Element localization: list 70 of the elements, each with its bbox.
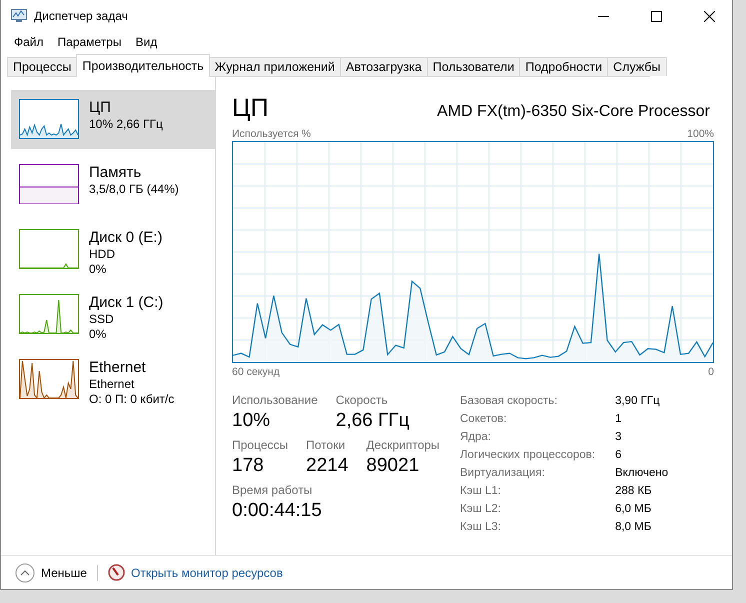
tab[interactable]: Подробности [519, 57, 608, 76]
app-icon [11, 9, 27, 23]
sidebar-item[interactable]: Память 3,5/8,0 ГБ (44%) [11, 155, 215, 214]
stat-label: Дескрипторы [366, 438, 440, 453]
spec-label: Кэш L1: [460, 484, 502, 499]
device-info: SSD [89, 312, 115, 327]
tab[interactable]: Пользователи [426, 57, 520, 76]
spec-label: Логических процессоров: [460, 448, 596, 463]
stat-value: 89021 [366, 454, 420, 478]
menu-item[interactable]: Вид [128, 35, 164, 49]
axis-label: 60 секунд [232, 366, 280, 379]
tab[interactable]: Процессы [7, 57, 78, 76]
processor-name: AMD FX(tm)-6350 Six-Core Processor [437, 103, 710, 121]
tab[interactable]: Производительность [76, 54, 210, 77]
stat-value: 178 [232, 454, 265, 478]
stat-label: Время работы [232, 483, 314, 498]
device-info: 10% 2,66 ГГц [89, 117, 163, 132]
stat-value: 2,66 ГГц [336, 409, 410, 433]
sidebar-item[interactable]: ЦП 10% 2,66 ГГц [11, 90, 215, 149]
device-name: ЦП [89, 99, 112, 117]
tab[interactable]: Журнал приложений [208, 57, 341, 76]
stat-label: Использование [232, 393, 318, 408]
sidebar-item[interactable]: Диск 1 (C:) SSD 0% [11, 285, 215, 344]
stat-value: 2214 [306, 454, 348, 478]
gauge-icon [108, 564, 125, 581]
spec-value: Включено [615, 466, 668, 481]
resource-monitor-link[interactable]: Открыть монитор ресурсов [130, 566, 283, 580]
spec-label: Кэш L2: [460, 502, 502, 517]
axis-label: 100% [687, 128, 714, 141]
device-info: HDD [89, 247, 116, 262]
tab[interactable]: Автозагрузка [340, 57, 428, 76]
spec-label: Базовая скорость: [460, 394, 558, 409]
maximize-icon [650, 10, 662, 22]
spec-value: 6,0 МБ [615, 502, 652, 517]
spec-value: 1 [615, 412, 622, 427]
spec-label: Ядра: [460, 430, 492, 445]
axis-label: 0 [708, 366, 714, 379]
spec-label: Кэш L3: [460, 520, 502, 535]
spec-label: Виртуализация: [460, 466, 546, 481]
sidebar-item[interactable]: Ethernet Ethernet О: 0 П: 0 кбит/с [11, 350, 215, 409]
spec-value: 6 [615, 448, 622, 463]
chevron-up-icon [15, 562, 35, 582]
spec-value: 3 [615, 430, 622, 445]
spec-value: 3,90 ГГц [615, 394, 661, 409]
device-info: О: 0 П: 0 кбит/с [89, 392, 174, 407]
device-name: Память [89, 164, 142, 182]
spec-value: 8,0 МБ [615, 520, 652, 535]
panel-title: ЦП [232, 94, 268, 123]
stat-label: Потоки [306, 438, 346, 453]
device-name: Диск 0 (E:) [89, 229, 162, 247]
menu-item[interactable]: Файл [7, 35, 51, 49]
spec-label: Сокетов: [460, 412, 508, 427]
device-info: 0% [89, 327, 108, 342]
fewer-details-button[interactable]: Меньше [15, 562, 87, 582]
stat-value: 0:00:44:15 [232, 499, 322, 523]
spec-value: 288 КБ [615, 484, 653, 499]
device-info: 0% [89, 262, 108, 277]
stat-label: Скорость [336, 393, 389, 408]
device-name: Ethernet [89, 359, 147, 377]
device-info: 3,5/8,0 ГБ (44%) [89, 182, 179, 197]
device-info: Ethernet [89, 377, 136, 392]
stat-value: 10% [232, 409, 272, 433]
sidebar-item[interactable]: Диск 0 (E:) HDD 0% [11, 220, 215, 279]
axis-label: Используется % [232, 128, 311, 141]
stat-label: Процессы [232, 438, 288, 453]
window-title: Диспетчер задач [34, 9, 129, 23]
close-icon [704, 10, 714, 22]
menu-item[interactable]: Параметры [50, 35, 128, 49]
tab[interactable]: Службы [607, 57, 667, 76]
device-name: Диск 1 (C:) [89, 294, 164, 312]
